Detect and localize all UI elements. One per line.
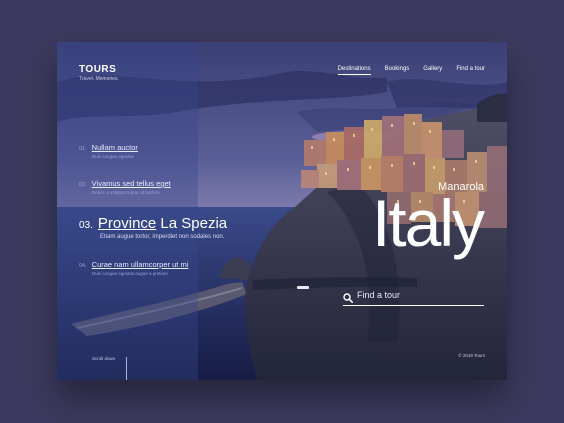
list-item-desc: Etiam augue tortor, imperdiet non sodale… bbox=[100, 234, 225, 240]
brand-name: TOURS bbox=[79, 64, 117, 75]
list-item-title[interactable]: Curae nam ullamcorper ut mi bbox=[92, 260, 189, 269]
search-bar[interactable] bbox=[343, 288, 484, 306]
list-item-number: 04. bbox=[79, 263, 87, 269]
nav-bookings[interactable]: Bookings bbox=[385, 66, 410, 75]
nav-find-a-tour[interactable]: Find a tour bbox=[456, 66, 485, 75]
hero-card: TOURS Travel. Memories. Destinations Boo… bbox=[57, 42, 507, 380]
list-item-title[interactable]: Province La Spezia bbox=[98, 215, 227, 232]
hero-country: Italy bbox=[371, 186, 485, 260]
list-item-desc: Duis congue egestas bbox=[92, 154, 135, 159]
nav-gallery[interactable]: Gallery bbox=[423, 66, 442, 75]
list-item-desc: Donec a volutpat turpis, id facilisis bbox=[92, 190, 160, 195]
list-item-active[interactable]: 03. Province La Spezia Etiam augue torto… bbox=[79, 215, 227, 240]
brand-tagline: Travel. Memories. bbox=[79, 76, 119, 82]
scroll-down-link[interactable]: Scroll down bbox=[92, 356, 115, 361]
list-item-title-rest: La Spezia bbox=[156, 215, 228, 232]
logo[interactable]: TOURS Travel. Memories. bbox=[79, 64, 119, 82]
list-item-desc: Duis congue egestas augue a pretium bbox=[92, 271, 168, 276]
list-item[interactable]: 02. Vivamus sed tellus eget Donec a volu… bbox=[79, 179, 171, 195]
list-item[interactable]: 01. Nullam auctor Duis congue egestas bbox=[79, 143, 138, 159]
list-item-number: 02. bbox=[79, 182, 87, 188]
side-panel bbox=[57, 42, 198, 380]
search-icon[interactable] bbox=[343, 290, 353, 308]
copyright-text: © 2019 Tours bbox=[458, 353, 485, 358]
list-item-title-main: Province bbox=[97, 215, 157, 232]
list-item[interactable]: 04. Curae nam ullamcorper ut mi Duis con… bbox=[79, 260, 188, 276]
list-item-number: 01. bbox=[79, 146, 87, 152]
list-item-title[interactable]: Vivamus sed tellus eget bbox=[92, 179, 171, 188]
list-item-title[interactable]: Nullam auctor bbox=[92, 143, 138, 152]
list-item-number: 03. bbox=[79, 220, 93, 231]
search-input[interactable] bbox=[357, 288, 482, 302]
nav-destinations[interactable]: Destinations bbox=[337, 66, 371, 75]
top-nav: Destinations Bookings Gallery Find a tou… bbox=[337, 66, 485, 75]
scroll-indicator-line bbox=[126, 357, 127, 380]
